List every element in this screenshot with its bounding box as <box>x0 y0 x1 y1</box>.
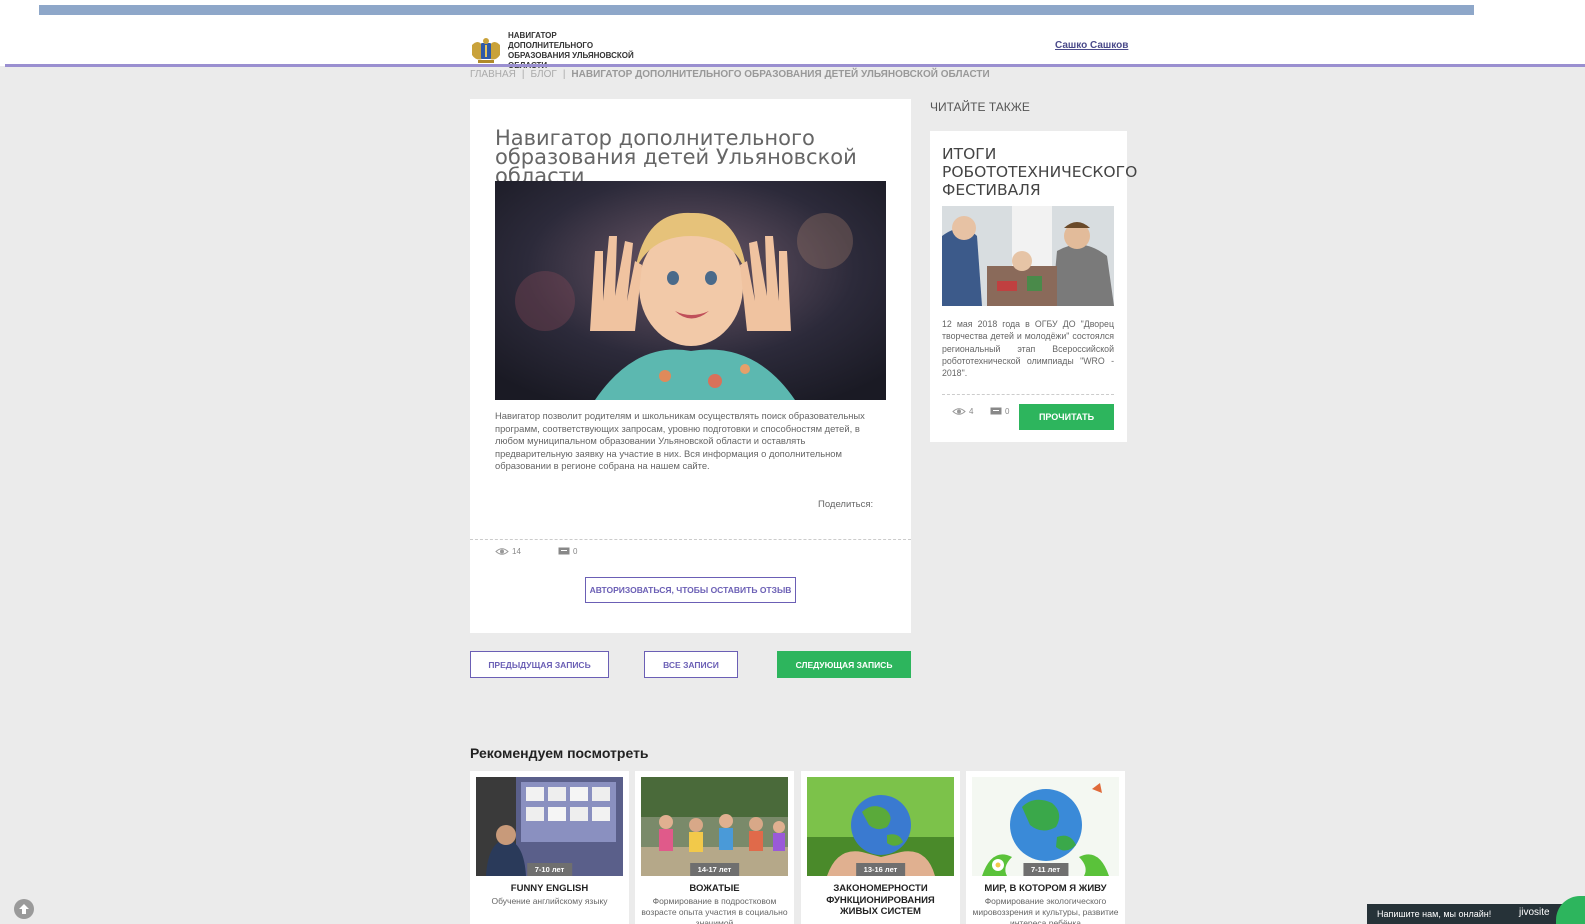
chat-label: Напишите нам, мы онлайн! <box>1377 909 1492 919</box>
recommendation-image: 7-11 лет <box>972 777 1119 876</box>
breadcrumb-current: Навигатор дополнительного образования де… <box>571 69 990 80</box>
chat-brand: jivosite <box>1519 907 1550 918</box>
recommendation-image: 13-16 лет <box>807 777 954 876</box>
recommendation-image: 7-10 лет <box>476 777 623 876</box>
recommendations-title: Рекомендуем посмотреть <box>470 745 649 761</box>
article-image <box>495 181 886 400</box>
views-counter: 4 <box>952 407 973 416</box>
recommendation-title: Закономерности функционирования живых си… <box>826 883 935 917</box>
article-body: Навигатор позволит родителям и школьника… <box>495 410 865 472</box>
recommendation-desc: Обучение английскому языку <box>491 896 608 906</box>
eye-icon <box>495 548 509 555</box>
related-post-title[interactable]: Итоги робототехнического фестиваля <box>942 145 1137 199</box>
recommendation-title: Вожатые <box>689 883 740 894</box>
top-bar <box>39 5 1474 15</box>
recommendation-card[interactable]: 7-11 лет Мир, в котором я живу Формирова… <box>966 771 1125 924</box>
divider <box>470 539 911 540</box>
breadcrumb-separator: | <box>521 69 525 80</box>
prev-post-button[interactable]: Предыдущая запись <box>470 651 609 678</box>
read-button[interactable]: Прочитать <box>1019 404 1114 430</box>
all-posts-button[interactable]: Все записи <box>644 651 738 678</box>
comment-icon <box>558 547 570 555</box>
related-post-card: Итоги робототехнического фестиваля 12 ма… <box>930 131 1137 442</box>
breadcrumb-separator: | <box>562 69 566 80</box>
breadcrumb: Главная | Блог | Навигатор дополнительного о… <box>470 69 990 80</box>
recommendation-card[interactable]: 14-17 лет Вожатые Формирование в подрост… <box>635 771 794 924</box>
share-label: Поделиться: <box>818 499 874 510</box>
recommendation-title: Мир, в котором я живу <box>984 883 1107 894</box>
related-post-image <box>942 206 1114 306</box>
header-divider <box>5 64 1585 67</box>
comments-count: 0 <box>1005 407 1010 416</box>
recommendation-image: 14-17 лет <box>641 777 788 876</box>
recommendation-desc: Формирование экологического мировоззрени… <box>972 896 1119 924</box>
related-post-text: 12 мая 2018 года в ОГБУ ДО "Дворец творч… <box>942 319 1114 379</box>
chat-launcher-button[interactable] <box>1556 896 1585 924</box>
age-badge: 14-17 лет <box>689 863 740 876</box>
views-count: 14 <box>512 547 521 556</box>
coat-of-arms-icon <box>470 37 502 65</box>
views-counter: 14 <box>495 547 521 556</box>
comment-icon <box>990 407 1002 415</box>
article-title: Навигатор дополнительного образования де… <box>495 126 857 188</box>
breadcrumb-home[interactable]: Главная <box>470 69 516 80</box>
age-badge: 7-11 лет <box>1022 863 1069 876</box>
recommendation-card[interactable]: 13-16 лет Закономерности функционировани… <box>801 771 960 924</box>
auth-to-review-button[interactable]: Авторизоваться, чтобы оставить отзыв <box>585 577 796 603</box>
views-count: 4 <box>969 407 974 416</box>
eye-icon <box>952 408 966 415</box>
article-card: Навигатор дополнительного образования де… <box>470 99 911 633</box>
age-badge: 13-16 лет <box>855 863 906 876</box>
divider <box>942 394 1114 395</box>
recommendation-title: Funny English <box>510 883 589 894</box>
comments-counter: 0 <box>990 407 1009 416</box>
user-profile-link[interactable]: Сашко Сашков <box>1055 40 1128 51</box>
arrow-up-icon <box>19 904 29 914</box>
chat-widget[interactable]: Напишите нам, мы онлайн! jivosite <box>1367 904 1570 924</box>
comments-counter: 0 <box>558 547 577 556</box>
recommendation-card[interactable]: 7-10 лет Funny English Обучение английск… <box>470 771 629 924</box>
age-badge: 7-10 лет <box>526 863 573 876</box>
breadcrumb-blog[interactable]: Блог <box>530 69 556 80</box>
recommendation-desc: Формирование в подростковом возрасте опы… <box>641 896 788 924</box>
comments-count: 0 <box>573 547 578 556</box>
scroll-to-top-button[interactable] <box>14 899 34 919</box>
sidebar-title: Читайте также <box>930 100 1030 114</box>
next-post-button[interactable]: Следующая запись <box>777 651 911 678</box>
